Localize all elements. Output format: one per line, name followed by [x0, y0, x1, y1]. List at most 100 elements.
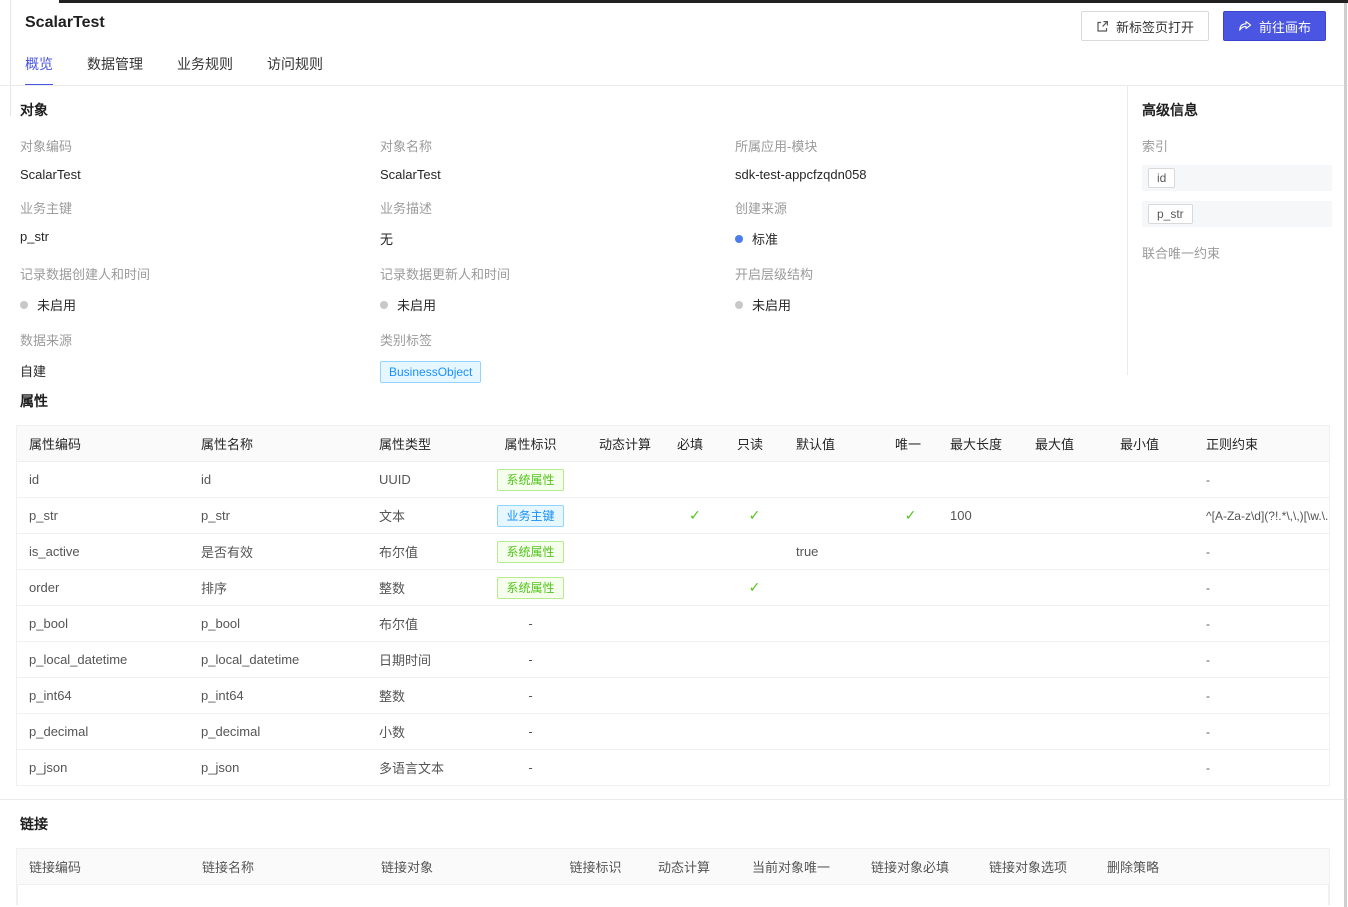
tab-1[interactable]: 数据管理 — [87, 54, 143, 86]
attr-cell-default — [784, 498, 883, 533]
attr-cell-type: 布尔值 — [379, 617, 419, 632]
attr-cell-min-value — [1108, 714, 1194, 749]
field-label: 业务描述 — [380, 201, 433, 216]
open-new-tab-label: 新标签页打开 — [1115, 19, 1194, 35]
attr-cell-regex: - — [1206, 760, 1210, 775]
attr-cell-code: p_str — [29, 508, 58, 523]
attr-cell-default — [784, 642, 883, 677]
attr-cell-max-value — [1023, 714, 1108, 749]
attr-cell-unique — [883, 462, 938, 497]
attr-cell-regex: - — [1206, 616, 1210, 631]
field-label: 所属应用-模块 — [735, 139, 818, 154]
links-table: 链接编码 链接名称 链接对象 链接标识 动态计算 当前对象唯一 链接对象必填 链接对象选项 删除… — [16, 848, 1330, 905]
unique-constraint-label: 联合唯一约束 — [1142, 246, 1221, 261]
field-value-text: 未启用 — [37, 298, 77, 313]
attr-cell-name: p_decimal — [201, 724, 261, 739]
attr-cell-regex: - — [1206, 580, 1210, 595]
attr-cell-readonly — [725, 534, 784, 569]
attr-cell-type: 文本 — [379, 509, 406, 524]
attr-cell-flag: 系统属性 — [474, 570, 587, 605]
attr-cell-dynamic — [587, 678, 665, 713]
header-actions: 新标签页打开 前往画布 — [1080, 11, 1326, 41]
field-value: 未启用 — [380, 295, 735, 314]
go-canvas-button[interactable]: 前往画布 — [1222, 11, 1326, 41]
attr-cell-type: 整数 — [379, 689, 406, 704]
attr-cell-default — [784, 750, 883, 785]
attr-cell-default — [784, 678, 883, 713]
attr-cell-name: p_bool — [201, 616, 241, 631]
attr-cell-min-value — [1108, 570, 1194, 605]
attr-row-is_active: is_active 是否有效 布尔值 系统属性 true - — [17, 534, 1329, 570]
attr-cell-dynamic — [587, 534, 665, 569]
attr-cell-unique — [883, 642, 938, 677]
links-empty-body — [17, 885, 1329, 905]
attr-cell-code: p_decimal — [29, 724, 89, 739]
attr-cell-max-value — [1023, 498, 1108, 533]
attr-cell-max-length — [938, 714, 1023, 749]
attr-cell-name: 是否有效 — [201, 545, 254, 560]
open-new-tab-button[interactable]: 新标签页打开 — [1080, 11, 1209, 41]
attr-cell-min-value — [1108, 750, 1194, 785]
object-field-7: 记录数据更新人和时间未启用 — [380, 264, 735, 314]
field-value: 无 — [380, 232, 394, 247]
object-field-5: 创建来源 标准 — [735, 198, 1127, 248]
field-value-text: 未启用 — [397, 298, 437, 313]
tab-3[interactable]: 访问规则 — [267, 54, 323, 86]
field-value: ScalarTest — [20, 167, 81, 182]
attributes-header-row: 属性编码 属性名称 属性类型 属性标识 动态计算 必填 只读 默认值 唯一 最大长度 最大值 最小值 正… — [17, 426, 1329, 462]
attr-cell-name: 排序 — [201, 581, 228, 596]
object-field-3: 业务主键 p_str — [20, 198, 380, 248]
field-label: 创建来源 — [735, 201, 788, 216]
check-icon: ✓ — [689, 507, 701, 523]
attr-cell-flag: - — [528, 724, 533, 739]
attr-cell-code: p_local_datetime — [29, 652, 128, 667]
field-label: 数据来源 — [20, 333, 73, 348]
tab-2[interactable]: 业务规则 — [177, 54, 233, 86]
attr-cell-type: 多语言文本 — [379, 761, 445, 776]
attr-cell-unique: ✓ — [883, 498, 938, 533]
attr-col-header: 属性编码 — [29, 437, 82, 452]
attr-cell-max-length — [938, 642, 1023, 677]
check-icon: ✓ — [748, 579, 761, 595]
attr-cell-unique — [883, 714, 938, 749]
attr-cell-flag: - — [528, 688, 533, 703]
field-label: 记录数据更新人和时间 — [380, 267, 511, 282]
attr-cell-max-length — [938, 750, 1023, 785]
index-label: 索引 — [1142, 139, 1169, 154]
attr-cell-max-value — [1023, 606, 1108, 641]
field-value: 未启用 — [20, 295, 380, 314]
attr-cell-dynamic — [587, 750, 665, 785]
attr-cell-flag: 系统属性 — [474, 534, 587, 569]
attr-cell-name: p_str — [201, 508, 230, 523]
field-value-text: 未启用 — [752, 298, 792, 313]
field-value: ScalarTest — [380, 167, 441, 182]
attr-cell-readonly — [725, 462, 784, 497]
attr-cell-min-value — [1108, 606, 1194, 641]
attr-cell-dynamic — [587, 642, 665, 677]
attr-cell-code: p_int64 — [29, 688, 72, 703]
attr-cell-required — [665, 642, 725, 677]
attr-cell-dynamic — [587, 606, 665, 641]
attr-cell-max-value — [1023, 750, 1108, 785]
attr-cell-code: order — [29, 580, 60, 595]
link-col-header: 链接对象 — [381, 860, 434, 875]
object-field-2: 所属应用-模块 sdk-test-appcfzqdn058 — [735, 136, 1127, 182]
vertical-scrollbar[interactable] — [1344, 3, 1347, 907]
attr-flag-tag: 系统属性 — [497, 540, 564, 563]
attr-cell-dynamic — [587, 714, 665, 749]
tab-0[interactable]: 概览 — [25, 54, 53, 86]
attr-cell-unique — [883, 534, 938, 569]
field-label: 类别标签 — [380, 333, 433, 348]
attr-row-p_local_datetime: p_local_datetime p_local_datetime 日期时间 - - — [17, 642, 1329, 678]
links-section-title: 链接 — [20, 816, 48, 832]
attr-cell-regex: - — [1206, 472, 1210, 487]
attr-cell-max-value — [1023, 462, 1108, 497]
attr-cell-flag: 业务主键 — [474, 498, 587, 533]
attr-cell-readonly — [725, 642, 784, 677]
attr-cell-required: ✓ — [665, 498, 725, 533]
links-section: 链接 链接编码 链接名称 链接对象 链接标识 动态计算 当前对象唯一 链接对象必填 链接对象选… — [0, 800, 1348, 905]
page-title: ScalarTest — [25, 14, 105, 31]
link-col-header: 动态计算 — [658, 860, 711, 875]
object-field-4: 业务描述无 — [380, 198, 735, 248]
attr-cell-default — [784, 462, 883, 497]
